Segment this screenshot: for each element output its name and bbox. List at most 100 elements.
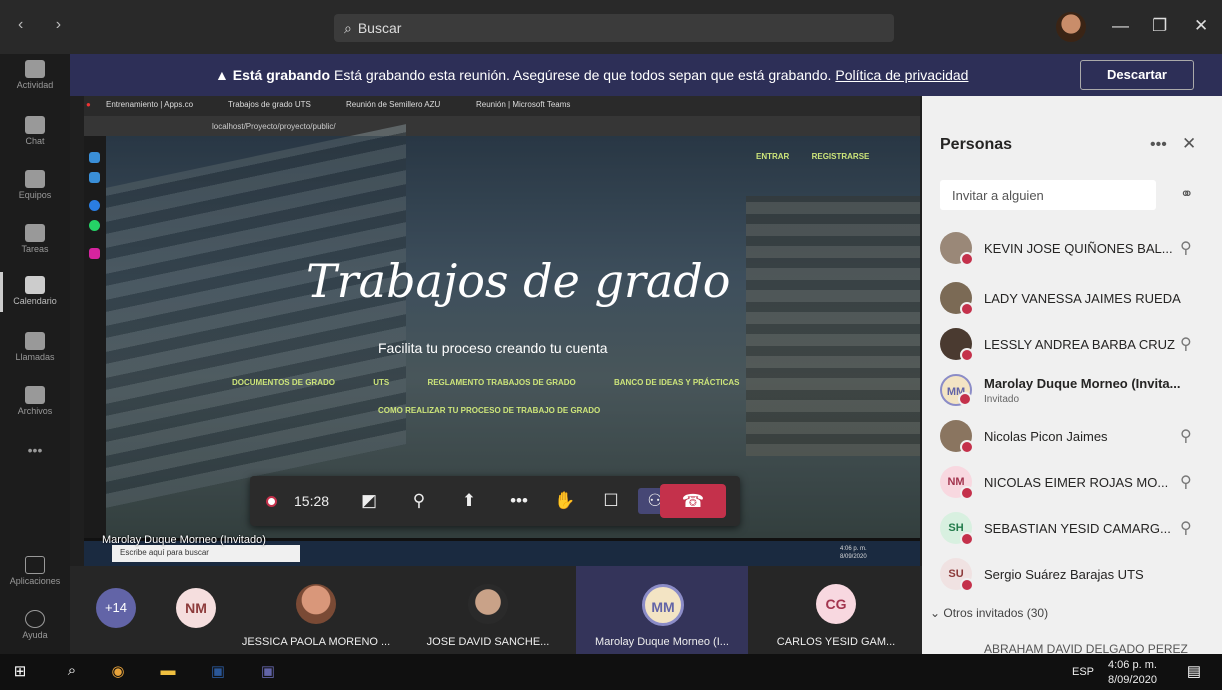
person-name: NICOLAS EIMER ROJAS MO...: [984, 475, 1169, 490]
browser-tab[interactable]: Reunión | Microsoft Teams: [476, 100, 570, 109]
hangup-button[interactable]: ☎: [660, 484, 726, 518]
rail-label: Archivos: [17, 406, 53, 416]
briefcase-icon: [25, 224, 45, 242]
site-link[interactable]: BANCO DE IDEAS Y PRÁCTICAS: [614, 378, 740, 387]
person-row[interactable]: SH SEBASTIAN YESID CAMARG... ⚲: [922, 506, 1222, 552]
messenger-icon: [89, 200, 100, 211]
participant-tile[interactable]: MM Marolay Duque Morneo (I...: [576, 566, 748, 654]
rail-activity[interactable]: Actividad: [0, 60, 70, 90]
call-timer: 15:28: [294, 493, 330, 509]
clock[interactable]: 4:06 p. m. 8/09/2020: [1108, 658, 1157, 688]
person-row[interactable]: SU Sergio Suárez Barajas UTS: [922, 552, 1222, 598]
person-row[interactable]: LESSLY ANDREA BARBA CRUZ ⚲: [922, 322, 1222, 368]
participant-tile[interactable]: JOSE DAVID SANCHE...: [402, 566, 574, 654]
notification-icon[interactable]: ▤: [1184, 662, 1204, 682]
avatar: SU: [940, 558, 974, 592]
camera-off-button[interactable]: ◩: [356, 488, 382, 514]
mic-off-button[interactable]: ⚲: [406, 488, 432, 514]
panel-close-button[interactable]: ✕: [1182, 134, 1196, 154]
person-row[interactable]: NM NICOLAS EIMER ROJAS MO... ⚲: [922, 460, 1222, 506]
site-link[interactable]: UTS: [373, 378, 389, 387]
person-row[interactable]: LADY VANESSA JAIMES RUEDA: [922, 276, 1222, 322]
whatsapp-icon: [89, 220, 100, 231]
person-name: LADY VANESSA JAIMES RUEDA: [984, 291, 1181, 306]
mic-off-icon: ⚲: [1180, 336, 1192, 353]
rail-calls[interactable]: Llamadas: [0, 332, 70, 362]
person-row[interactable]: Nicolas Picon Jaimes ⚲: [922, 414, 1222, 460]
invite-input[interactable]: Invitar a alguien: [940, 180, 1156, 210]
rail-teams[interactable]: Equipos: [0, 170, 70, 200]
inner-time: 4:06 p. m.: [840, 546, 867, 552]
folder-icon[interactable]: ▬: [158, 662, 178, 682]
mic-off-icon: ⚲: [1180, 520, 1192, 537]
windows-start-icon[interactable]: ⊞: [10, 662, 30, 682]
dismiss-button[interactable]: Descartar: [1080, 60, 1194, 90]
avatar: SH: [940, 512, 974, 546]
avatar[interactable]: [1056, 12, 1086, 42]
rail-label: Aplicaciones: [9, 576, 61, 586]
person-name: Nicolas Picon Jaimes: [984, 429, 1108, 444]
more-button[interactable]: •••: [506, 488, 532, 514]
site-nav: ENTRAR REGISTRARSE: [756, 152, 869, 161]
share-button[interactable]: ⬆: [456, 488, 482, 514]
search-icon[interactable]: ⌕: [62, 662, 82, 682]
rail-more[interactable]: •••: [0, 442, 70, 458]
rail-files[interactable]: Archivos: [0, 386, 70, 416]
phone-icon: [25, 332, 45, 350]
participant-name: Marolay Duque Morneo (I...: [595, 636, 729, 648]
rail-apps[interactable]: Aplicaciones: [0, 556, 70, 586]
privacy-link[interactable]: Política de privacidad: [835, 67, 968, 83]
presenter-label: Marolay Duque Morneo (Invitado): [102, 534, 266, 546]
chrome-icon[interactable]: ◉: [108, 662, 128, 682]
site-link[interactable]: DOCUMENTOS DE GRADO: [232, 378, 335, 387]
history-nav[interactable]: ‹ ›: [18, 16, 75, 34]
participant-tile[interactable]: JESSICA PAOLA MORENO ...: [230, 566, 402, 654]
search-icon: ⌕: [344, 20, 352, 36]
bell-icon: [25, 60, 45, 78]
hero-subtitle: Facilita tu proceso creando tu cuenta: [378, 340, 608, 356]
rail-label: Ayuda: [22, 630, 48, 640]
url-field[interactable]: localhost/Proyecto/proyecto/public/: [212, 122, 336, 131]
nav-register[interactable]: REGISTRARSE: [812, 152, 870, 161]
site-link[interactable]: COMO REALIZAR TU PROCESO DE TRABAJO DE G…: [378, 406, 600, 415]
chat-button[interactable]: ☐: [598, 488, 624, 514]
rail-help[interactable]: Ayuda: [0, 610, 70, 640]
participant-name: JOSE DAVID SANCHE...: [426, 636, 550, 648]
app-icon: [89, 172, 100, 183]
rail-chat[interactable]: Chat: [0, 116, 70, 146]
minimize-button[interactable]: —: [1112, 16, 1129, 36]
site-link[interactable]: REGLAMENTO TRABAJOS DE GRADO: [427, 378, 575, 387]
rail-label: Llamadas: [15, 352, 55, 362]
overflow-participants[interactable]: +14: [96, 588, 136, 628]
browser-tab[interactable]: Reunión de Semillero AZU: [346, 100, 440, 109]
avatar: [940, 420, 974, 454]
others-group-header[interactable]: ⌄ Otros invitados (30): [930, 606, 1048, 620]
person-row[interactable]: MM Marolay Duque Morneo (Invita... Invitad…: [922, 368, 1222, 414]
inner-search: Escribe aquí para buscar: [112, 545, 300, 562]
word-icon[interactable]: ▣: [208, 662, 228, 682]
teams-icon[interactable]: ▣: [258, 662, 278, 682]
person-name: SEBASTIAN YESID CAMARG...: [984, 521, 1171, 536]
browser-sidebar: [84, 136, 106, 538]
home-icon: [89, 152, 100, 163]
browser-tab[interactable]: Entrenamiento | Apps.co: [106, 100, 193, 109]
participant-name: CARLOS YESID GAM...: [776, 636, 896, 648]
rail-calendar[interactable]: Calendario: [0, 272, 70, 312]
participant-tile[interactable]: CG CARLOS YESID GAM...: [750, 566, 922, 654]
nav-login[interactable]: ENTRAR: [756, 152, 789, 161]
avatar[interactable]: NM: [176, 588, 216, 628]
restore-button[interactable]: ❐: [1152, 16, 1167, 36]
link-icon[interactable]: ⚭: [1180, 184, 1193, 204]
close-window-button[interactable]: ✕: [1194, 16, 1208, 36]
panel-more-button[interactable]: •••: [1150, 136, 1167, 154]
rail-assignments[interactable]: Tareas: [0, 224, 70, 254]
call-controls: 15:28 ◩ ⚲ ⬆ ••• ✋ ☐ ⚇ ☎: [250, 476, 740, 526]
participant-name: JESSICA PAOLA MORENO ...: [241, 636, 391, 648]
person-row[interactable]: KEVIN JOSE QUIÑONES BAL... ⚲: [922, 226, 1222, 272]
raise-hand-button[interactable]: ✋: [552, 488, 578, 514]
calendar-icon: [25, 276, 45, 294]
browser-tab[interactable]: Trabajos de grado UTS: [228, 100, 311, 109]
language-indicator[interactable]: ESP: [1072, 666, 1094, 678]
search-input[interactable]: ⌕ Buscar: [334, 14, 894, 42]
avatar: NM: [940, 466, 974, 500]
